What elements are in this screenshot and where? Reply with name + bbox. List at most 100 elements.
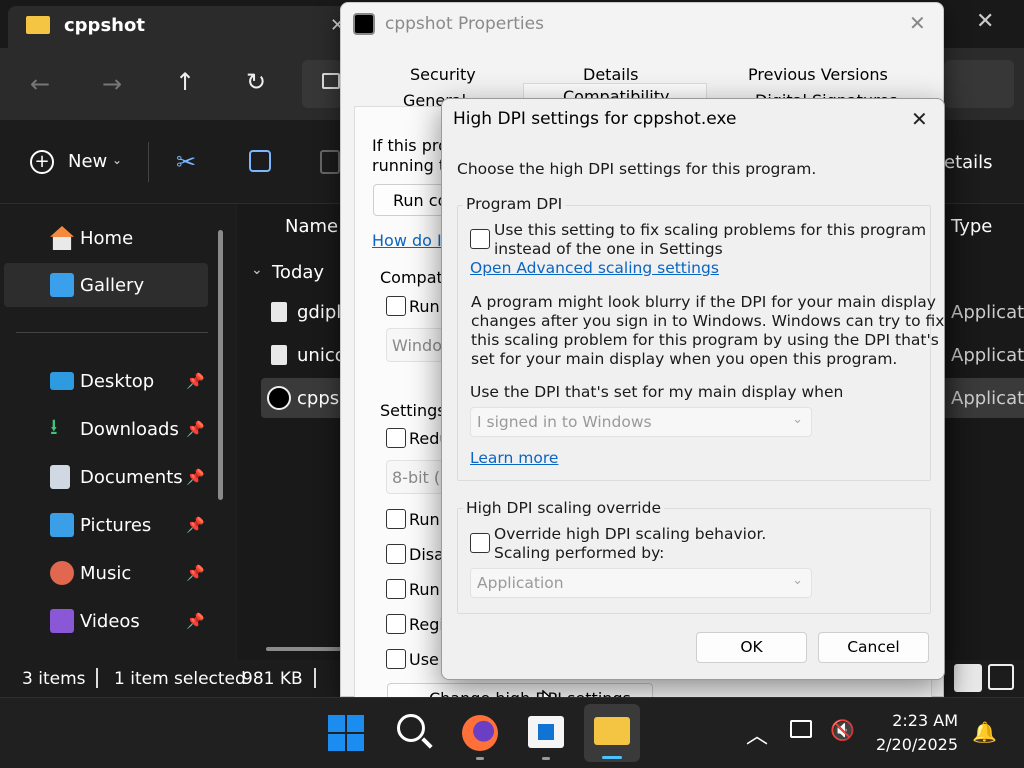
pin-icon[interactable]: 📌	[186, 420, 205, 438]
details-view-icon[interactable]	[954, 664, 982, 692]
compatibility-mode-checkbox[interactable]	[386, 296, 406, 316]
tiles-view-icon[interactable]	[988, 664, 1014, 690]
chevron-down-icon[interactable]: ⌄	[251, 262, 263, 278]
cppshot-app-icon	[267, 386, 291, 410]
refresh-icon[interactable]: ↻	[246, 68, 266, 96]
notification-bell-icon[interactable]: 🔔	[972, 720, 997, 744]
tab-previous-versions[interactable]: Previous Versions	[748, 65, 888, 84]
store-app-icon[interactable]	[528, 716, 564, 748]
select-value: Application	[477, 574, 564, 592]
pin-icon[interactable]: 📌	[186, 372, 205, 390]
scaling-performed-by-select[interactable]: Application ⌄	[470, 568, 812, 598]
high-dpi-settings-dialog: High DPI settings for cppshot.exe ✕ Choo…	[441, 98, 945, 680]
back-arrow-icon[interactable]: ←	[30, 70, 50, 98]
sidebar-item-desktop[interactable]: Desktop 📌	[0, 359, 210, 403]
tab-security[interactable]: Security	[410, 65, 476, 84]
column-header-name[interactable]: Name	[285, 216, 338, 237]
home-icon	[50, 226, 74, 250]
details-button-label[interactable]: etails	[944, 152, 993, 173]
use-dpi-select[interactable]: I signed in to Windows ⌄	[470, 407, 812, 437]
tab-details[interactable]: Details	[583, 65, 638, 84]
checkbox-label: Run	[409, 580, 440, 599]
explorer-taskbar-button[interactable]	[584, 704, 640, 762]
window-close-icon[interactable]: ✕	[976, 9, 994, 34]
pc-icon	[322, 73, 340, 89]
pin-icon[interactable]: 📌	[186, 564, 205, 582]
pin-icon[interactable]: 📌	[186, 516, 205, 534]
up-arrow-icon[interactable]: ↑	[175, 68, 195, 96]
dialog-title: High DPI settings for cppshot.exe	[453, 109, 737, 129]
column-header-type[interactable]: Type	[951, 216, 992, 237]
copy-icon[interactable]	[249, 150, 271, 172]
address-bar[interactable]	[302, 60, 342, 108]
firefox-icon[interactable]	[462, 715, 498, 751]
cancel-button[interactable]: Cancel	[818, 632, 929, 663]
search-icon[interactable]	[397, 714, 425, 742]
settings-group: Settings	[380, 401, 446, 420]
start-tile	[347, 734, 364, 751]
use-legacy-icc-checkbox[interactable]	[386, 649, 406, 669]
chevron-down-icon: ⌄	[112, 153, 123, 167]
folder-icon	[594, 717, 630, 745]
music-icon	[50, 561, 74, 585]
file-type: Applicati	[951, 345, 1024, 366]
network-icon[interactable]	[790, 720, 812, 738]
pin-icon[interactable]: 📌	[186, 468, 205, 486]
search-icon-handle	[421, 737, 433, 749]
windows-start-icon[interactable]	[328, 715, 364, 751]
register-restart-checkbox[interactable]	[386, 614, 406, 634]
sidebar-item-gallery[interactable]: Gallery	[4, 263, 208, 307]
sidebar-divider	[16, 332, 208, 333]
reduced-color-checkbox[interactable]	[386, 428, 406, 448]
chevron-down-icon: ⌄	[792, 573, 803, 588]
download-icon: ⭳	[50, 415, 58, 440]
close-icon[interactable]: ✕	[911, 107, 928, 131]
file-name: gdipl	[297, 302, 342, 323]
run-640x480-checkbox[interactable]	[386, 509, 406, 529]
sidebar-item-label: Desktop	[80, 370, 155, 392]
explorer-tab[interactable]: cppshot ✕	[8, 6, 348, 48]
volume-muted-icon[interactable]: 🔇	[830, 718, 855, 742]
status-size: 981 KB	[242, 669, 303, 689]
override-dpi-checkbox[interactable]	[470, 533, 490, 553]
sidebar-item-documents[interactable]: Documents 📌	[0, 455, 210, 499]
new-label: New	[68, 151, 108, 172]
explorer-tab-title: cppshot	[64, 15, 145, 36]
sidebar-item-downloads[interactable]: ⭳ Downloads 📌	[0, 407, 210, 451]
clock-time[interactable]: 2:23 AM	[868, 711, 958, 730]
sidebar-item-music[interactable]: Music 📌	[0, 551, 210, 595]
use-dpi-label: Use the DPI that's set for my main displ…	[470, 383, 844, 401]
show-hidden-icons-icon[interactable]: ︿	[746, 718, 768, 750]
pin-icon[interactable]: 📌	[186, 612, 205, 630]
sidebar-item-label: Home	[80, 227, 134, 249]
forward-arrow-icon[interactable]: →	[102, 70, 122, 98]
status-divider	[314, 668, 316, 688]
new-button[interactable]: + New ⌄	[30, 150, 130, 176]
checkbox-label: Regi	[409, 615, 444, 634]
color-mode-select[interactable]: 8-bit (2	[386, 460, 446, 494]
advanced-scaling-link[interactable]: Open Advanced scaling settings	[470, 259, 719, 277]
sidebar-item-home[interactable]: Home	[0, 216, 210, 260]
program-dpi-checkbox[interactable]	[470, 229, 490, 249]
cut-icon[interactable]: ✂	[176, 148, 196, 176]
disable-fullscreen-checkbox[interactable]	[386, 544, 406, 564]
ok-button[interactable]: OK	[696, 632, 807, 663]
horizontal-scrollbar[interactable]	[266, 647, 342, 651]
videos-icon	[50, 609, 74, 633]
sidebar-item-pictures[interactable]: Pictures 📌	[0, 503, 210, 547]
paste-icon[interactable]	[320, 150, 340, 174]
clock-date[interactable]: 2/20/2025	[858, 735, 958, 754]
exe-file-icon	[271, 302, 287, 322]
learn-more-link[interactable]: Learn more	[470, 449, 558, 467]
file-name: unico	[297, 345, 346, 366]
close-icon[interactable]: ✕	[909, 11, 926, 35]
sidebar-item-videos[interactable]: Videos 📌	[0, 599, 210, 643]
documents-icon	[50, 465, 70, 489]
run-as-admin-checkbox[interactable]	[386, 579, 406, 599]
sidebar-scrollbar[interactable]	[218, 230, 223, 500]
explorer-sidebar: Home Gallery Desktop 📌 ⭳ Downloads 📌 Doc…	[0, 204, 236, 660]
group-legend: High DPI scaling override	[463, 499, 664, 517]
search-box[interactable]	[944, 60, 1014, 108]
checkbox-label: Override high DPI scaling behavior.	[494, 525, 767, 543]
compatibility-os-select[interactable]: Windo	[386, 328, 446, 362]
